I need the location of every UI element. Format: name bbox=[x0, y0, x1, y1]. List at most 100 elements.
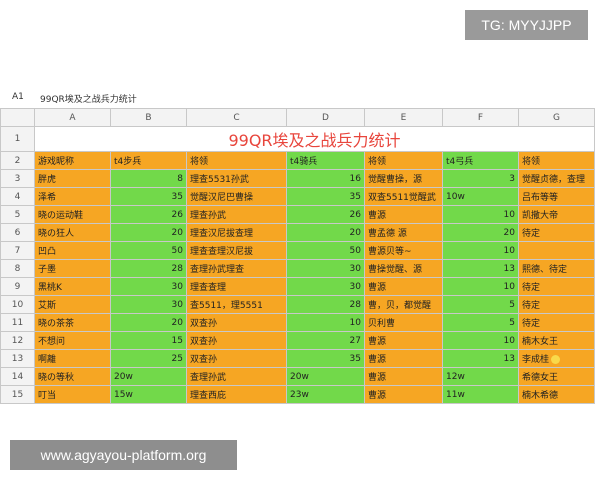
row-header[interactable]: 3 bbox=[0, 169, 35, 188]
table-cell[interactable]: 觉醒贞德，查理 bbox=[518, 169, 595, 188]
column-header-g[interactable]: G bbox=[518, 108, 595, 127]
row-header[interactable]: 12 bbox=[0, 331, 35, 350]
header-cell[interactable]: 将领 bbox=[186, 151, 287, 170]
table-cell[interactable]: 曹孟德 源 bbox=[364, 223, 443, 242]
table-cell[interactable]: 20 bbox=[110, 313, 187, 332]
header-cell[interactable]: 将领 bbox=[518, 151, 595, 170]
table-cell[interactable]: 35 bbox=[286, 187, 365, 206]
row-header[interactable]: 11 bbox=[0, 313, 35, 332]
table-cell[interactable]: 晓の运动鞋 bbox=[34, 205, 111, 224]
header-cell[interactable]: t4步兵 bbox=[110, 151, 187, 170]
table-cell[interactable]: 双查孙 bbox=[186, 331, 287, 350]
table-cell[interactable]: 理查孙武 bbox=[186, 205, 287, 224]
table-cell[interactable]: 理查查理汉尼拔 bbox=[186, 241, 287, 260]
table-cell[interactable]: 10 bbox=[286, 313, 365, 332]
table-cell[interactable]: 23w bbox=[286, 385, 365, 404]
table-cell[interactable]: 待定 bbox=[518, 223, 595, 242]
table-cell[interactable]: 35 bbox=[110, 187, 187, 206]
table-cell[interactable]: 35 bbox=[286, 349, 365, 368]
table-cell[interactable]: 待定 bbox=[518, 313, 595, 332]
header-cell[interactable]: t4骑兵 bbox=[286, 151, 365, 170]
table-cell[interactable]: 20 bbox=[286, 223, 365, 242]
cell-reference[interactable]: A1 bbox=[12, 92, 24, 102]
row-header[interactable]: 6 bbox=[0, 223, 35, 242]
table-cell[interactable]: 李成桂 bbox=[518, 349, 595, 368]
table-cell[interactable]: 曹，贝，都觉醒 bbox=[364, 295, 443, 314]
table-cell[interactable]: 不想问 bbox=[34, 331, 111, 350]
table-cell[interactable]: 26 bbox=[286, 205, 365, 224]
table-cell[interactable]: 黑桃K bbox=[34, 277, 111, 296]
table-cell[interactable]: 10 bbox=[442, 241, 519, 260]
column-header-a[interactable]: A bbox=[34, 108, 111, 127]
table-cell[interactable]: 10w bbox=[442, 187, 519, 206]
table-cell[interactable]: 5 bbox=[442, 313, 519, 332]
table-cell[interactable]: 30 bbox=[286, 259, 365, 278]
table-cell[interactable]: 10 bbox=[442, 277, 519, 296]
row-header[interactable]: 13 bbox=[0, 349, 35, 368]
table-cell[interactable]: 30 bbox=[110, 277, 187, 296]
row-header[interactable]: 2 bbox=[0, 151, 35, 170]
row-header[interactable]: 10 bbox=[0, 295, 35, 314]
table-cell[interactable]: 曹源 bbox=[364, 367, 443, 386]
column-header-b[interactable]: B bbox=[110, 108, 187, 127]
sheet-title[interactable]: 99QR埃及之战兵力统计 bbox=[34, 126, 595, 152]
table-cell[interactable] bbox=[518, 241, 595, 260]
table-cell[interactable]: 10 bbox=[442, 331, 519, 350]
table-cell[interactable]: 理查5531孙武 bbox=[186, 169, 287, 188]
table-cell[interactable]: 熙德、待定 bbox=[518, 259, 595, 278]
table-cell[interactable]: 希德女王 bbox=[518, 367, 595, 386]
table-cell[interactable]: 吕布等等 bbox=[518, 187, 595, 206]
table-cell[interactable]: 25 bbox=[110, 349, 187, 368]
table-cell[interactable]: 查5511，理5551 bbox=[186, 295, 287, 314]
table-cell[interactable]: 待定 bbox=[518, 295, 595, 314]
table-cell[interactable]: 15w bbox=[110, 385, 187, 404]
table-cell[interactable]: 查理孙武 bbox=[186, 367, 287, 386]
table-cell[interactable]: 20w bbox=[286, 367, 365, 386]
table-cell[interactable]: 晓の茶茶 bbox=[34, 313, 111, 332]
table-cell[interactable]: 理查查理 bbox=[186, 277, 287, 296]
table-cell[interactable]: 艾斯 bbox=[34, 295, 111, 314]
table-cell[interactable]: 13 bbox=[442, 259, 519, 278]
header-cell[interactable]: t4弓兵 bbox=[442, 151, 519, 170]
table-cell[interactable]: 觉醒曹操，源 bbox=[364, 169, 443, 188]
table-cell[interactable]: 待定 bbox=[518, 277, 595, 296]
column-header-e[interactable]: E bbox=[364, 108, 443, 127]
table-cell[interactable]: 26 bbox=[110, 205, 187, 224]
table-cell[interactable]: 晓の狂人 bbox=[34, 223, 111, 242]
column-header-f[interactable]: F bbox=[442, 108, 519, 127]
row-header[interactable]: 1 bbox=[0, 126, 35, 152]
table-cell[interactable]: 觉醒汉尼巴曹操 bbox=[186, 187, 287, 206]
table-cell[interactable]: 晓の等秋 bbox=[34, 367, 111, 386]
header-cell[interactable]: 游戏昵称 bbox=[34, 151, 111, 170]
table-cell[interactable]: 双查孙 bbox=[186, 313, 287, 332]
row-header[interactable]: 15 bbox=[0, 385, 35, 404]
column-header-d[interactable]: D bbox=[286, 108, 365, 127]
table-cell[interactable]: 啊離 bbox=[34, 349, 111, 368]
header-cell[interactable]: 将领 bbox=[364, 151, 443, 170]
table-cell[interactable]: 凯撒大帝 bbox=[518, 205, 595, 224]
table-cell[interactable]: 30 bbox=[110, 295, 187, 314]
table-cell[interactable]: 曹源 bbox=[364, 331, 443, 350]
row-header[interactable]: 4 bbox=[0, 187, 35, 206]
table-cell[interactable]: 15 bbox=[110, 331, 187, 350]
table-cell[interactable]: 28 bbox=[110, 259, 187, 278]
row-header[interactable]: 5 bbox=[0, 205, 35, 224]
table-cell[interactable]: 泽希 bbox=[34, 187, 111, 206]
row-header[interactable]: 7 bbox=[0, 241, 35, 260]
table-cell[interactable]: 5 bbox=[442, 295, 519, 314]
table-cell[interactable]: 曹源 bbox=[364, 349, 443, 368]
row-header[interactable]: 14 bbox=[0, 367, 35, 386]
column-header-c[interactable]: C bbox=[186, 108, 287, 127]
corner-cell[interactable] bbox=[0, 108, 35, 127]
table-cell[interactable]: 曹源 bbox=[364, 385, 443, 404]
table-cell[interactable]: 胖虎 bbox=[34, 169, 111, 188]
table-cell[interactable]: 3 bbox=[442, 169, 519, 188]
table-cell[interactable]: 楠木女王 bbox=[518, 331, 595, 350]
table-cell[interactable]: 楠木希德 bbox=[518, 385, 595, 404]
table-cell[interactable]: 20w bbox=[110, 367, 187, 386]
table-cell[interactable]: 20 bbox=[110, 223, 187, 242]
table-cell[interactable]: 28 bbox=[286, 295, 365, 314]
table-cell[interactable]: 11w bbox=[442, 385, 519, 404]
table-cell[interactable]: 贝利曹 bbox=[364, 313, 443, 332]
row-header[interactable]: 8 bbox=[0, 259, 35, 278]
